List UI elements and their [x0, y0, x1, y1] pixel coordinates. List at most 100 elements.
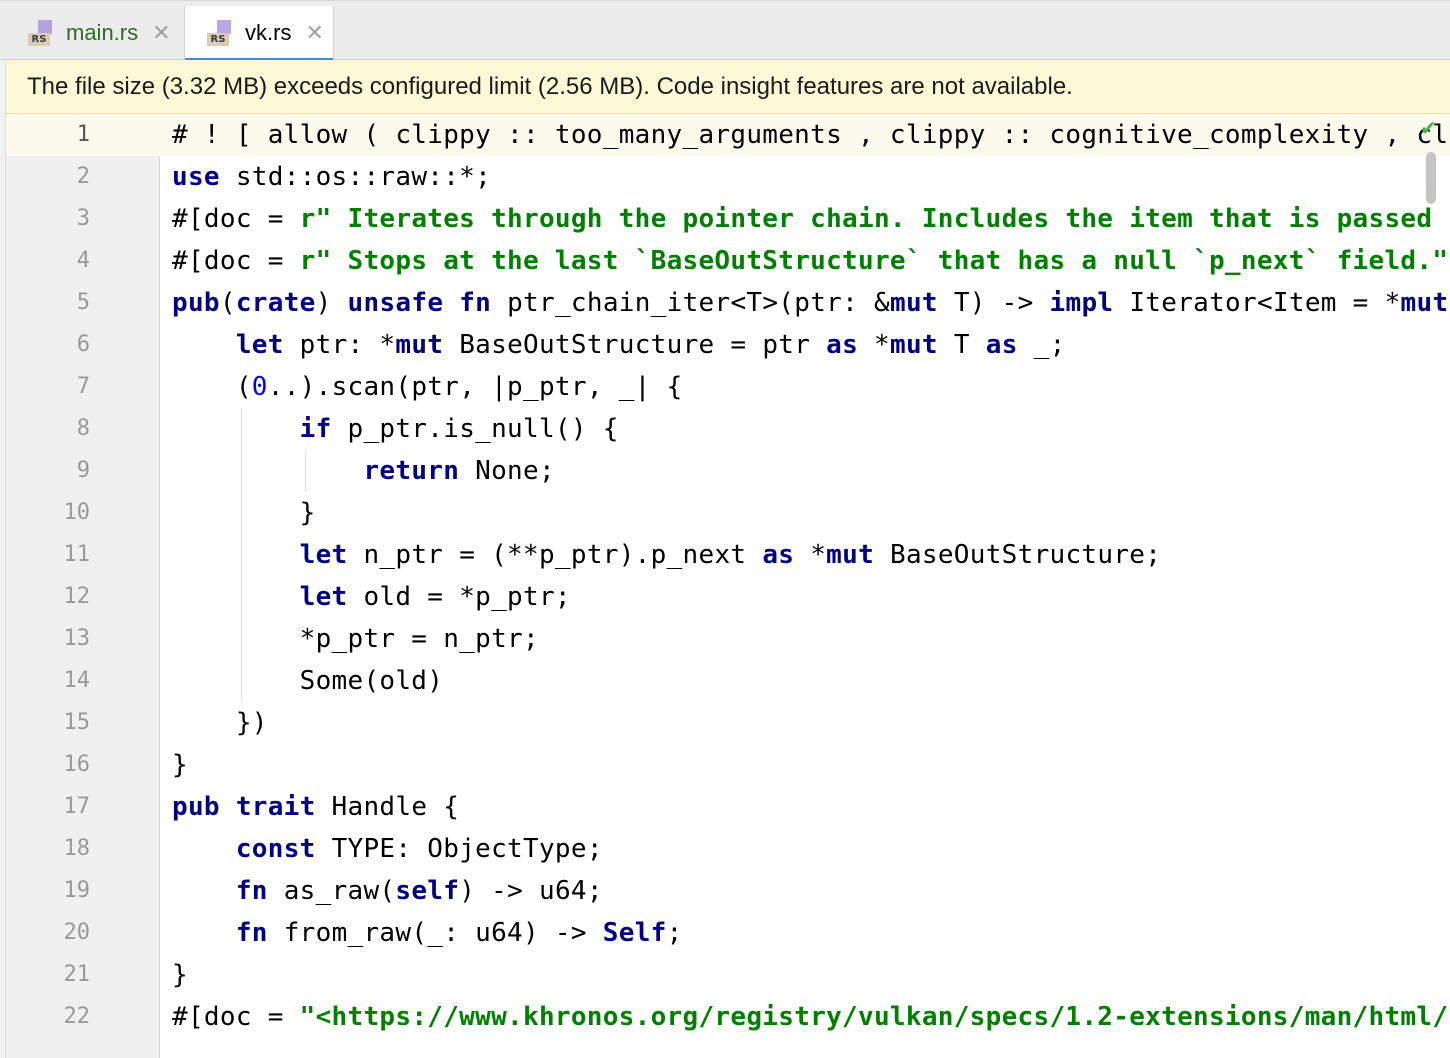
code-token: ptr: *: [283, 330, 396, 360]
code-line[interactable]: }: [172, 954, 188, 996]
keyword-token: crate: [235, 288, 316, 318]
code-line[interactable]: }: [172, 744, 188, 786]
code-line[interactable]: }: [172, 492, 316, 534]
keyword-token: mut: [395, 330, 444, 360]
line-number[interactable]: 2: [6, 156, 90, 198]
banner-text: The file size (3.32 MB) exceeds configur…: [27, 72, 1073, 100]
code-line[interactable]: *p_ptr = n_ptr;: [172, 618, 539, 660]
line-number[interactable]: 18: [6, 828, 91, 870]
code-token: None;: [459, 456, 555, 486]
line-number[interactable]: 4: [6, 240, 90, 282]
code-token: BaseOutStructure;: [874, 540, 1162, 570]
tab-label: vk.rs: [245, 20, 292, 45]
code-token: ;: [666, 918, 683, 948]
code-line[interactable]: fn from_raw(_: u64) -> Self;: [172, 912, 683, 954]
keyword-token: if: [299, 414, 332, 444]
tab-vk-rs[interactable]: RS vk.rs ✕: [184, 6, 334, 61]
line-number[interactable]: 14: [6, 660, 91, 702]
code-token: T: [937, 330, 986, 360]
keyword-token: const: [235, 834, 316, 864]
code-token: std::os::raw::*;: [219, 162, 492, 192]
code-token: BaseOutStructure = ptr: [443, 330, 827, 360]
keyword-token: mut: [890, 330, 938, 360]
code-line[interactable]: Some(old): [172, 660, 443, 702]
code-token: T) ->: [937, 288, 1050, 318]
keyword-token: let: [299, 540, 348, 570]
tab-label: main.rs: [66, 20, 139, 45]
code-token: }: [172, 750, 188, 780]
line-number[interactable]: 11: [6, 534, 91, 576]
keyword-token: pub: [172, 288, 220, 318]
keyword-token: Self: [602, 918, 667, 948]
code-line[interactable]: return None;: [172, 450, 555, 492]
indent-guide: [241, 408, 242, 702]
code-line[interactable]: pub(crate) unsafe fn ptr_chain_iter<T>(p…: [172, 282, 1448, 324]
line-number[interactable]: 7: [6, 366, 90, 408]
line-number[interactable]: 8: [6, 408, 90, 450]
code-token: as_raw(: [267, 876, 396, 906]
code-line[interactable]: fn as_raw(self) -> u64;: [172, 870, 603, 912]
indent-guide: [305, 450, 306, 492]
code-line[interactable]: }): [172, 702, 268, 744]
line-number[interactable]: 16: [6, 744, 91, 786]
file-size-warning-banner: The file size (3.32 MB) exceeds configur…: [6, 60, 1450, 114]
code-line[interactable]: (0..).scan(ptr, |p_ptr, _| {: [172, 366, 683, 408]
code-token: old = *p_ptr;: [347, 582, 571, 612]
close-icon[interactable]: ✕: [305, 21, 323, 46]
code-line[interactable]: const TYPE: ObjectType;: [172, 828, 603, 870]
line-number[interactable]: 17: [6, 786, 91, 828]
code-line[interactable]: #[doc = "<https://www.khronos.org/regist…: [172, 996, 1448, 1038]
rust-file-icon: RS: [207, 18, 237, 48]
line-number[interactable]: 12: [6, 576, 91, 618]
code-token: ): [315, 288, 348, 318]
code-line[interactable]: let ptr: *mut BaseOutStructure = ptr as …: [172, 324, 1066, 366]
code-token: _;: [1017, 330, 1066, 360]
code-token: p_ptr.is_null() {: [331, 414, 619, 444]
line-number[interactable]: 1: [6, 114, 90, 156]
code-line[interactable]: use std::os::raw::*;: [172, 156, 491, 198]
keyword-token: pub trait: [172, 792, 316, 822]
line-number[interactable]: 13: [6, 618, 91, 660]
code-line[interactable]: if p_ptr.is_null() {: [172, 408, 619, 450]
code-line[interactable]: pub trait Handle {: [172, 786, 459, 828]
code-token: #[doc =: [172, 204, 300, 234]
close-icon[interactable]: ✕: [152, 21, 170, 46]
line-number[interactable]: 22: [6, 996, 91, 1038]
line-number[interactable]: 21: [6, 954, 91, 996]
code-line[interactable]: let old = *p_ptr;: [172, 576, 571, 618]
line-number[interactable]: 19: [6, 870, 91, 912]
line-number[interactable]: 10: [6, 492, 91, 534]
code-token: from_raw(_: u64) ->: [267, 918, 603, 948]
check-icon[interactable]: ✔: [1420, 116, 1437, 140]
tab-main-rs[interactable]: RS main.rs ✕: [6, 6, 182, 60]
keyword-token: let: [235, 330, 284, 360]
line-number[interactable]: 6: [6, 324, 90, 366]
string-token: r" Stops at the last `BaseOutStructure` …: [299, 246, 1449, 276]
code-token: *: [858, 330, 890, 360]
code-token: n_ptr = (**p_ptr).p_next: [347, 540, 763, 570]
keyword-token: as: [762, 540, 795, 570]
code-line[interactable]: #[doc = r" Stops at the last `BaseOutStr…: [172, 240, 1448, 282]
line-number[interactable]: 9: [6, 450, 90, 492]
code-line[interactable]: let n_ptr = (**p_ptr).p_next as *mut Bas…: [172, 534, 1161, 576]
code-token: *: [794, 540, 827, 570]
line-number[interactable]: 15: [6, 702, 91, 744]
number-token: 0: [251, 372, 268, 402]
code-token: ) -> u64;: [459, 876, 603, 906]
code-line[interactable]: #[doc = r" Iterates through the pointer …: [172, 198, 1432, 240]
line-number[interactable]: 5: [6, 282, 90, 324]
code-token: #[doc =: [172, 246, 300, 276]
code-token: # ! [ allow ( clippy :: too_many_argumen…: [172, 120, 1449, 150]
code-line[interactable]: # ! [ allow ( clippy :: too_many_argumen…: [172, 114, 1448, 156]
code-token: (: [172, 372, 252, 402]
line-number[interactable]: 20: [6, 912, 91, 954]
keyword-token: mut: [889, 288, 938, 318]
line-number[interactable]: 3: [6, 198, 90, 240]
vertical-scrollbar[interactable]: [1426, 152, 1436, 204]
